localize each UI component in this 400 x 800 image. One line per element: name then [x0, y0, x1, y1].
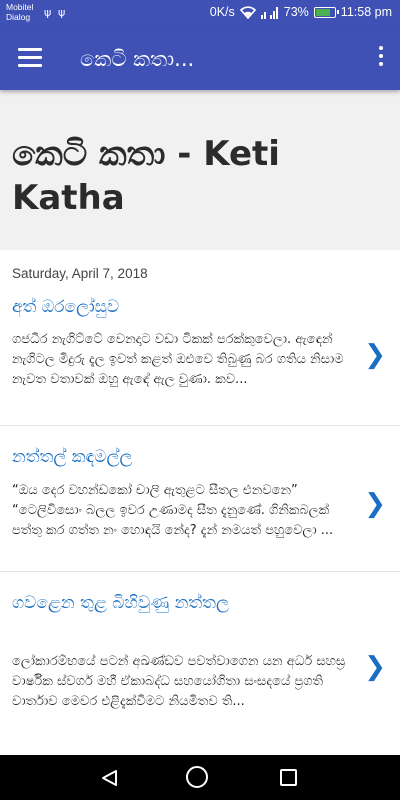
battery-icon — [313, 6, 339, 18]
clock: 11:58 pm — [340, 5, 392, 19]
list-item[interactable]: ගවළෙන තුළ බිහිවුණු නත්තල ලෝකාරම්භයේ පටන්… — [0, 572, 400, 755]
chevron-right-icon[interactable]: ❯ — [364, 340, 386, 370]
chevron-right-icon[interactable]: ❯ — [364, 652, 386, 682]
blog-header: කෙටි කතා - Keti Katha — [0, 90, 400, 250]
app-bar: කෙටි කතා... — [0, 28, 400, 90]
post-title[interactable]: ගවළෙන තුළ බිහිවුණු නත්තල — [12, 590, 242, 616]
post-list: Saturday, April 7, 2018 අත් ඔරලෝසුව ගජධී… — [0, 250, 400, 755]
more-vert-icon[interactable] — [376, 46, 386, 72]
home-circle-icon[interactable] — [186, 766, 208, 788]
battery-percent: 73% — [283, 5, 309, 19]
post-title[interactable]: නත්තල් කඳමල්ල — [12, 444, 352, 470]
app-bar-title: කෙටි කතා... — [80, 47, 195, 71]
carrier-label: Mobitel Dialog — [6, 2, 33, 22]
hamburger-menu-icon[interactable] — [18, 48, 42, 68]
post-snippet: ලෝකාරම්භයේ පටන් අඛණ්ඩව පවත්වාගෙන යන අර්ධ… — [12, 654, 346, 709]
carrier-line-1: Mobitel — [6, 2, 34, 12]
status-right-group: 0K/s 73% 11:58 pm — [210, 5, 392, 19]
list-item[interactable]: නත්තල් කඳමල්ල “ඔය දෙර වහන්ඩකෝ චාලි ඇතුළට… — [0, 426, 400, 572]
blog-title: කෙටි කතා - Keti Katha — [12, 134, 280, 218]
back-triangle-icon[interactable] — [101, 769, 119, 791]
usb-icon: ψ — [58, 6, 66, 19]
post-snippet: ගජධීර නැගිට්ටේ වෙනදාට වඩා ටිකක් පරක්කුවෙ… — [12, 332, 344, 387]
chevron-right-icon[interactable]: ❯ — [364, 489, 386, 519]
carrier-line-2: Dialog — [6, 12, 31, 22]
post-date: Saturday, April 7, 2018 — [12, 266, 148, 281]
recent-apps-square-icon[interactable] — [280, 769, 297, 786]
post-snippet: “ඔය දෙර වහන්ඩකෝ චාලි ඇතුළට සීතල එනවනෙ” “… — [12, 483, 334, 538]
signal-icon — [260, 6, 279, 19]
usb-icon: ψ — [44, 6, 52, 19]
network-speed: 0K/s — [209, 5, 235, 19]
system-nav-bar — [0, 755, 400, 800]
list-item[interactable]: අත් ඔරලෝසුව ගජධීර නැගිට්ටේ වෙනදාට වඩා ටි… — [0, 282, 400, 426]
wifi-icon — [239, 5, 256, 19]
post-title[interactable]: අත් ඔරලෝසුව — [12, 294, 352, 320]
status-bar: Mobitel Dialog ψ ψ 0K/s 73% 11:58 pm — [0, 0, 400, 28]
